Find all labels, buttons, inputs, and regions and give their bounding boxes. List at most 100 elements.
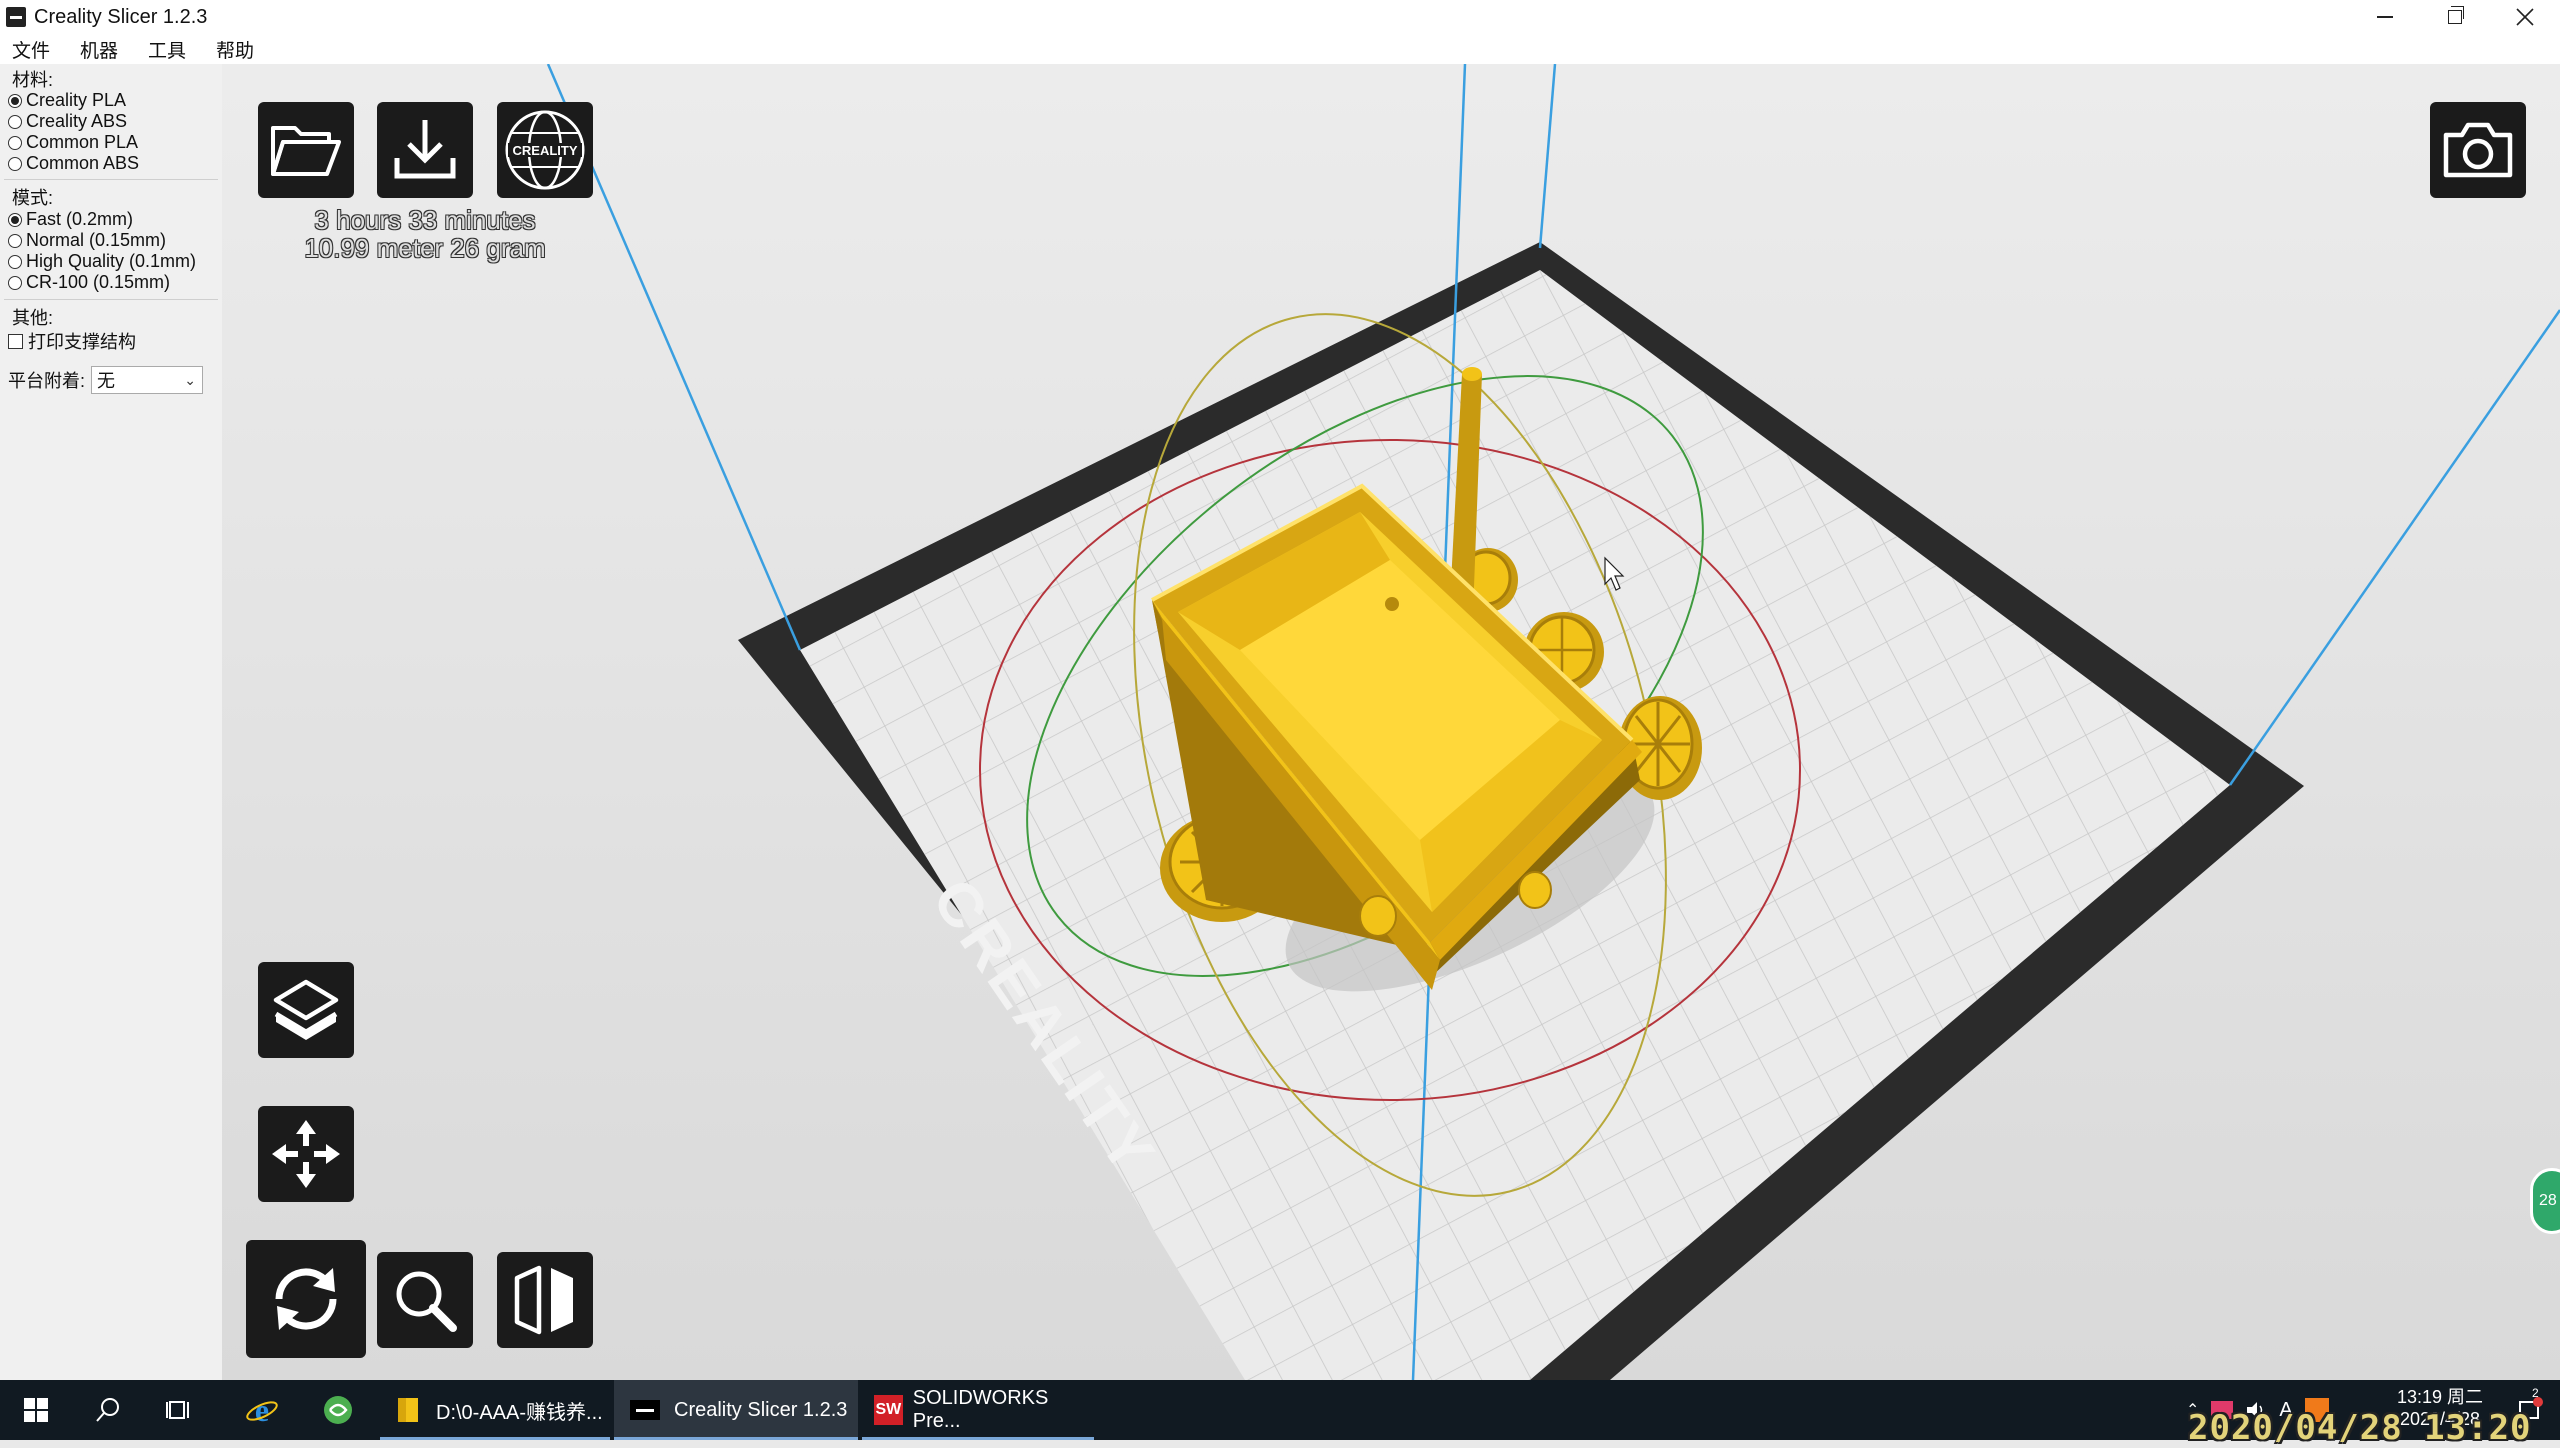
date-watermark: 2020/04/28 13:20 <box>2188 1408 2532 1448</box>
creality-app-icon <box>630 1400 660 1420</box>
radio-icon[interactable] <box>8 135 22 150</box>
notification-count: 2 <box>2532 1386 2539 1400</box>
restore-icon <box>2448 6 2464 24</box>
support-option[interactable]: 打印支撑结构 <box>8 328 136 354</box>
taskbar-app-label: SOLIDWORKS Pre... <box>912 1387 1049 1432</box>
radio-icon[interactable] <box>8 233 22 248</box>
adhesion-row: 平台附着: 无 ⌄ <box>8 366 204 394</box>
taskbar-app-label: Creality Slicer 1.2.3 <box>674 1398 848 1421</box>
creality-web-button[interactable]: CREALITY <box>497 102 593 198</box>
mode-label: 模式: <box>12 188 54 208</box>
close-button[interactable] <box>2490 0 2560 34</box>
svg-text:CREALITY: CREALITY <box>513 143 578 158</box>
creality-globe-icon: CREALITY <box>505 110 585 190</box>
menu-machine[interactable]: 机器 <box>80 36 118 63</box>
support-label: 打印支撑结构 <box>28 332 136 352</box>
layer-view-button[interactable] <box>258 962 354 1058</box>
windows-taskbar: e D:\0-AAA-赚钱养... Creality Slicer 1.2.3 … <box>0 1380 2560 1440</box>
mode-option-label: Normal (0.15mm) <box>26 230 167 250</box>
floating-badge[interactable]: 28 <box>2530 1168 2560 1234</box>
adhesion-value: 无 <box>97 371 116 391</box>
taskbar-app-creality[interactable]: Creality Slicer 1.2.3 <box>614 1380 858 1440</box>
settings-sidebar: 材料: Creality PLA Creality ABS Common PLA… <box>0 64 223 1380</box>
mirror-icon <box>514 1265 573 1335</box>
restore-button[interactable] <box>2420 0 2490 34</box>
material-option[interactable]: Creality PLA <box>8 90 126 111</box>
radio-icon[interactable] <box>8 254 22 269</box>
start-button[interactable] <box>10 1380 62 1440</box>
material-option-label: Common ABS <box>26 153 140 173</box>
ie-button[interactable]: e <box>232 1380 292 1440</box>
mode-option-label: Fast (0.2mm) <box>26 209 134 229</box>
chevron-down-icon: ⌄ <box>184 372 197 388</box>
snapshot-button[interactable] <box>2430 102 2526 198</box>
rotate-icon <box>275 1268 337 1330</box>
material-option-label: Common PLA <box>26 132 139 152</box>
save-gcode-button[interactable] <box>377 102 473 198</box>
layers-icon <box>273 979 339 1040</box>
menu-tools[interactable]: 工具 <box>148 36 186 63</box>
search-icon <box>96 1398 119 1422</box>
minimize-button[interactable] <box>2350 0 2420 34</box>
material-option-label: Creality PLA <box>26 90 127 110</box>
radio-icon[interactable] <box>8 275 22 290</box>
folder-open-icon <box>271 126 341 176</box>
mode-option[interactable]: Fast (0.2mm) <box>8 209 133 230</box>
material-option-label: Creality ABS <box>26 111 128 131</box>
divider <box>4 179 218 180</box>
search-button[interactable] <box>82 1380 134 1440</box>
material-option[interactable]: Creality ABS <box>8 111 127 132</box>
material-option[interactable]: Common PLA <box>8 132 138 153</box>
download-icon <box>394 120 456 179</box>
task-view-button[interactable] <box>154 1380 206 1440</box>
support-checkbox[interactable] <box>8 333 23 349</box>
svg-text:e: e <box>255 1393 269 1427</box>
print-material: 10.99 meter 26 gram <box>304 233 546 263</box>
mode-option[interactable]: Normal (0.15mm) <box>8 230 166 251</box>
adhesion-select[interactable]: 无 ⌄ <box>91 366 204 394</box>
radio-icon[interactable] <box>8 156 22 171</box>
windows-logo-icon <box>24 1398 48 1422</box>
mode-option-label: CR-100 (0.15mm) <box>26 272 171 292</box>
print-time: 3 hours 33 minutes <box>314 205 536 235</box>
taskbar-app-solidworks[interactable]: SW SOLIDWORKS Pre... <box>862 1380 1094 1440</box>
folder-icon <box>398 1398 418 1422</box>
adhesion-label: 平台附着: <box>8 371 86 391</box>
menu-bar: 文件 机器 工具 帮助 <box>0 34 2560 65</box>
taskbar-app-explorer[interactable]: D:\0-AAA-赚钱养... <box>380 1380 610 1440</box>
window-title: Creality Slicer 1.2.3 <box>34 5 208 28</box>
scale-button[interactable] <box>377 1252 473 1348</box>
other-label: 其他: <box>12 308 54 328</box>
floating-badge-text: 28 <box>2539 1192 2557 1209</box>
browser-button[interactable] <box>308 1380 368 1440</box>
close-icon <box>2516 8 2534 26</box>
radio-icon[interactable] <box>8 212 22 227</box>
mode-option[interactable]: High Quality (0.1mm) <box>8 251 196 272</box>
move-arrows-icon <box>272 1120 340 1188</box>
move-button[interactable] <box>258 1106 354 1202</box>
material-label: 材料: <box>12 70 54 90</box>
3d-viewport[interactable]: CREALITY 3 hours 33 minutes 10.99 meter … <box>222 64 2560 1380</box>
rotate-button[interactable] <box>246 1240 366 1358</box>
menu-help[interactable]: 帮助 <box>216 36 254 63</box>
internet-explorer-icon: e <box>246 1393 278 1427</box>
material-option[interactable]: Common ABS <box>8 153 139 174</box>
minimize-icon <box>2377 16 2393 18</box>
camera-icon <box>2443 122 2513 178</box>
clock-time: 13:19 周二 <box>2396 1387 2484 1407</box>
task-view-icon <box>166 1401 189 1419</box>
taskbar-app-label: D:\0-AAA-赚钱养... <box>436 1401 603 1424</box>
radio-icon[interactable] <box>8 93 22 108</box>
app-icon <box>6 7 26 27</box>
title-bar: Creality Slicer 1.2.3 <box>0 0 2560 34</box>
solidworks-icon: SW <box>874 1395 903 1425</box>
mode-option-label: High Quality (0.1mm) <box>26 251 197 271</box>
menu-file[interactable]: 文件 <box>12 36 50 63</box>
open-file-button[interactable] <box>258 102 354 198</box>
mirror-button[interactable] <box>497 1252 593 1348</box>
zoom-icon <box>396 1271 457 1332</box>
divider <box>4 299 218 300</box>
green-browser-icon <box>324 1396 352 1424</box>
radio-icon[interactable] <box>8 114 22 129</box>
mode-option[interactable]: CR-100 (0.15mm) <box>8 272 170 293</box>
